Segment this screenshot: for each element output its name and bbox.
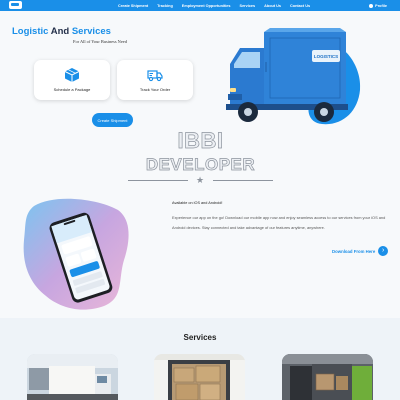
delivery-truck-illustration: LOGISTICS <box>226 28 361 125</box>
nav-link-create-shipment[interactable]: Create Shipment <box>118 4 148 8</box>
package-box-icon <box>64 68 80 82</box>
track-order-label: Track Your Order <box>139 87 171 92</box>
brand-logo[interactable] <box>9 1 22 9</box>
arrow-right-icon: › <box>378 246 389 256</box>
nav-links: Create Shipment Tracking Employment Oppo… <box>118 0 310 11</box>
nav-link-tracking[interactable]: Tracking <box>157 4 173 8</box>
schedule-package-card[interactable]: Schedule a Package <box>34 60 110 100</box>
service-image-moving-truck[interactable] <box>27 354 118 400</box>
profile-label: Profile <box>375 3 387 8</box>
hero-subtitle: For All of Your Business Need <box>73 39 127 44</box>
star-icon: ★ <box>196 175 205 185</box>
delivery-truck-icon <box>147 70 163 82</box>
page: Create Shipment Tracking Employment Oppo… <box>0 0 400 400</box>
create-shipment-button[interactable]: Create Shipment <box>92 113 133 127</box>
nav-link-about[interactable]: About Us <box>264 4 281 8</box>
services-section: Services <box>0 318 400 400</box>
hero-title-word-2: And <box>50 26 70 37</box>
hero-title-word-3: Services <box>71 26 111 37</box>
watermark-line-2: DEVELOPER <box>145 155 256 175</box>
download-app-link[interactable]: Download From Here › <box>332 246 389 256</box>
schedule-package-label: Schedule a Package <box>53 87 91 92</box>
hero-title-word-1: Logistic <box>12 26 49 37</box>
nav-link-contact[interactable]: Contact Us <box>290 4 310 8</box>
app-availability-text: Available on iOS and Android! <box>172 201 223 205</box>
nav-link-services[interactable]: Services <box>240 4 256 8</box>
service-image-warehouse-van[interactable] <box>282 354 373 400</box>
watermark-line-1: IBBI <box>177 128 224 154</box>
watermark-rule-right <box>213 180 273 181</box>
mobile-app-mockup <box>49 212 113 303</box>
profile-link[interactable]: Profile <box>369 0 387 11</box>
hero-title: Logistic And Services <box>12 26 111 37</box>
top-navbar: Create Shipment Tracking Employment Oppo… <box>0 0 400 11</box>
track-order-card[interactable]: Track Your Order <box>117 60 193 100</box>
service-image-loaded-van[interactable] <box>154 354 245 400</box>
app-description: Experience our app on the go! Download o… <box>172 215 386 230</box>
download-app-label: Download From Here <box>332 248 376 254</box>
nav-link-employment[interactable]: Employment Opportunities <box>182 4 231 8</box>
watermark: IBBI DEVELOPER ★ <box>128 128 273 190</box>
watermark-rule-left <box>128 180 188 181</box>
truck-sign-text: LOGISTICS <box>314 54 338 59</box>
user-icon <box>369 3 374 8</box>
services-title: Services <box>183 333 217 342</box>
